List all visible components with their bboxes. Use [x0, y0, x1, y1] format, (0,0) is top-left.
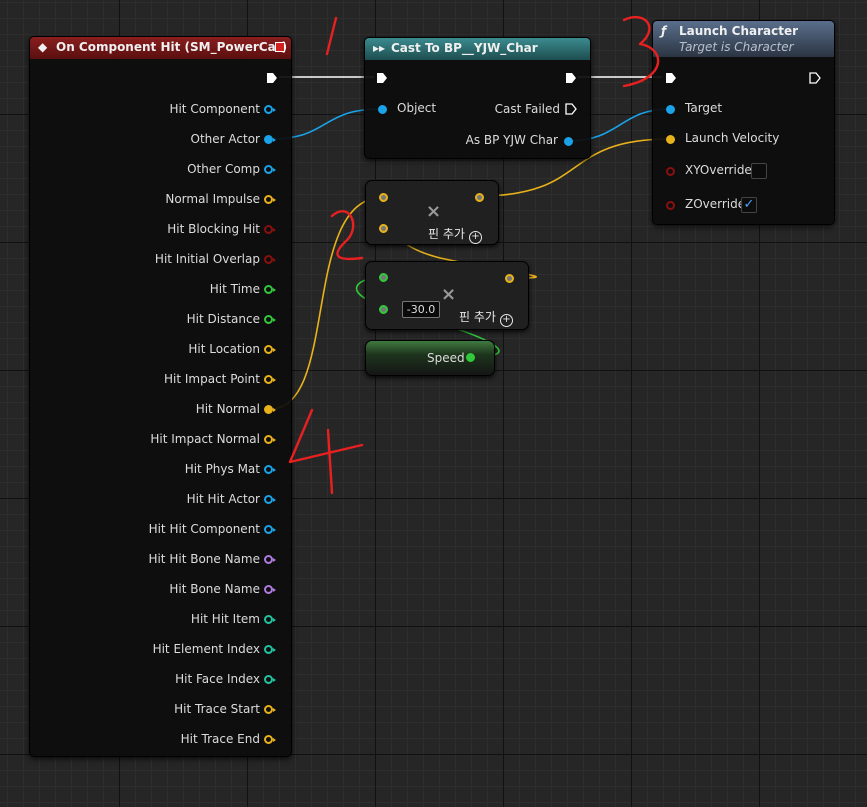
annotation-layer [288, 15, 660, 495]
annotation-stroke-3 [622, 15, 660, 88]
annotation-stroke-4 [288, 408, 364, 495]
annotation-label-4: 4 [0, 0, 1, 1]
annotation-stroke-2 [330, 210, 364, 261]
annotation-stroke-1 [325, 16, 338, 56]
